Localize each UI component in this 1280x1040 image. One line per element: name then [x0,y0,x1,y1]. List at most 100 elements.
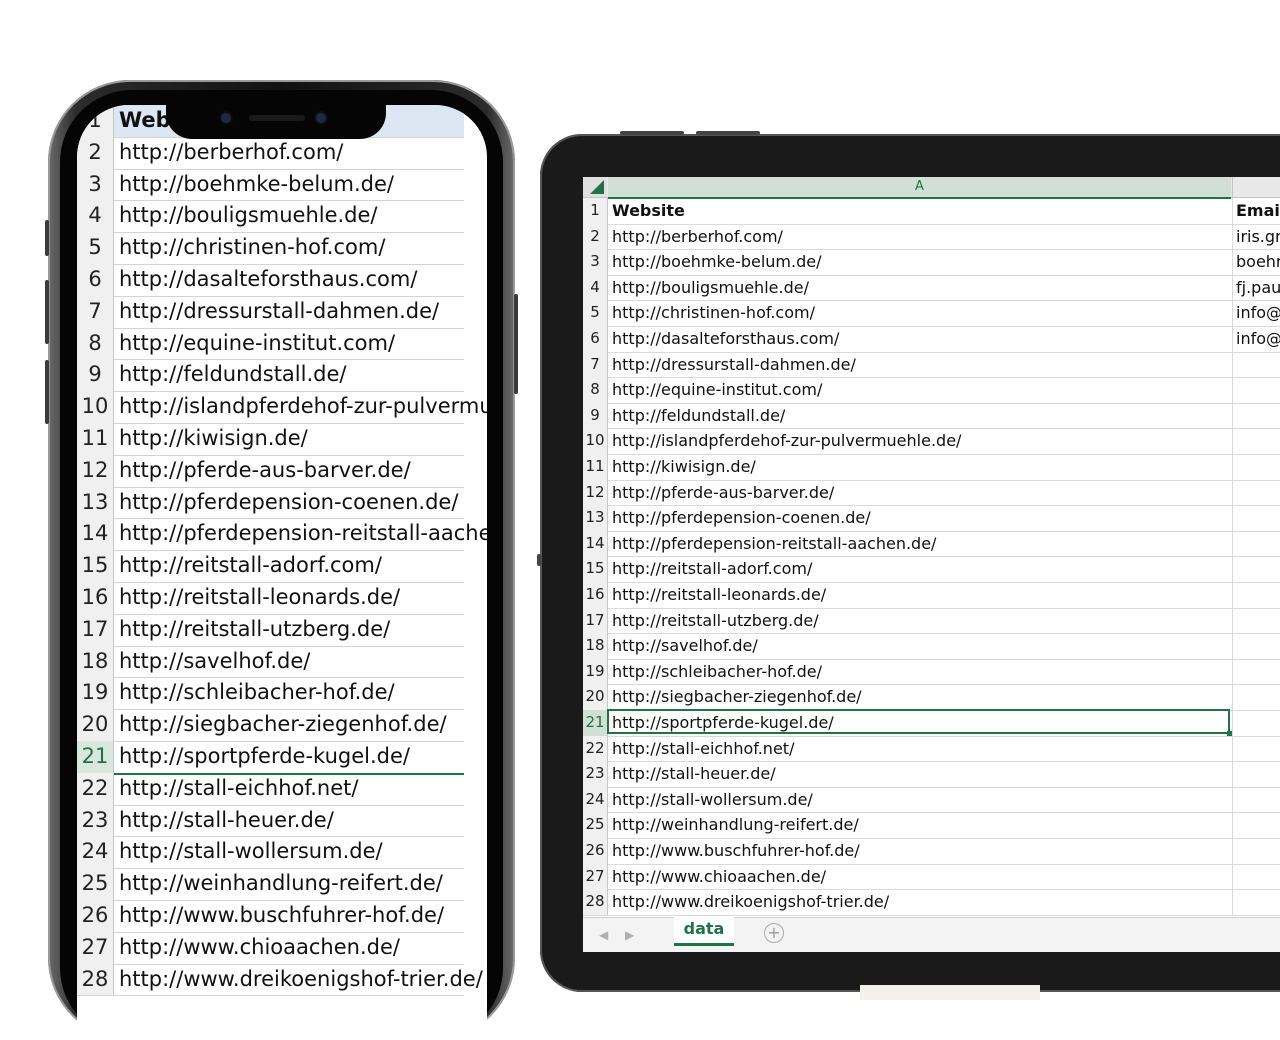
website-cell[interactable]: http://stall-wollersum.de/ [119,836,383,867]
table-row[interactable]: 10http://islandpferdehof-zur-pulvermuehl… [583,428,1280,455]
table-row[interactable]: 6 http://dasalteforsthaus.com/info@ [583,326,1280,353]
website-cell[interactable]: http://reitstall-utzberg.de/ [612,608,819,633]
table-row[interactable]: 18 http://savelhof.de/ [583,633,1280,660]
email-cell[interactable] [1232,658,1280,685]
website-cell[interactable]: http://equine-institut.com/ [119,328,395,359]
table-row[interactable]: 3 http://boehmke-belum.de/ [77,168,464,202]
row-number[interactable]: 22 [583,735,608,762]
table-row[interactable]: 7 http://dressurstall-dahmen.de/ [77,295,464,329]
row-number[interactable]: 1 [77,105,114,137]
row-number[interactable]: 11 [77,423,114,455]
add-sheet-icon[interactable]: + [764,923,784,943]
row-number[interactable]: 18 [77,645,114,678]
table-row[interactable]: 27 http://www.chioaachen.de/ [583,863,1280,891]
website-cell[interactable]: http://siegbacher-ziegenhof.de/ [612,684,862,709]
email-cell[interactable] [1232,838,1280,864]
row-number[interactable]: 14 [77,518,114,551]
row-number[interactable]: 24 [77,836,114,869]
website-cell[interactable]: http://siegbacher-ziegenhof.de/ [119,709,447,740]
table-row[interactable]: 2 http://berberhof.com/iris.gr [583,223,1280,251]
row-number[interactable]: 17 [77,613,114,646]
table-row[interactable]: 10http://islandpferdehof-zur-pulvermuehl… [77,391,487,424]
table-row[interactable]: 14http://pferdepension-reitstall-aachen.… [583,530,1280,558]
table-row[interactable]: 18 http://savelhof.de/ [77,645,464,679]
row-number[interactable]: 10 [583,428,608,454]
table-row[interactable]: 26 http://www.buschfuhrer-hof.de/ [77,900,464,933]
website-cell[interactable]: http://www.chioaachen.de/ [612,864,826,889]
row-number[interactable]: 9 [583,402,608,429]
table-row[interactable]: 3 http://boehmke-belum.de/boehr [583,249,1280,276]
website-cell[interactable]: http://berberhof.com/ [119,137,343,168]
table-row[interactable]: 28 http://www.dreikoenigshof-trier.de/ [77,963,483,997]
website-cell[interactable]: http://stall-wollersum.de/ [612,787,813,812]
website-cell[interactable]: http://reitstall-utzberg.de/ [119,614,390,645]
row-number[interactable]: 7 [77,295,114,328]
table-row[interactable]: 8 http://equine-institut.com/ [77,327,464,361]
table-row[interactable]: 6 http://dasalteforsthaus.com/ [77,264,464,297]
row-number[interactable]: 9 [77,359,114,392]
email-cell[interactable] [1232,428,1280,454]
sheet-tab-data[interactable]: data [674,917,734,946]
table-row[interactable]: 9 http://feldundstall.de/ [583,402,1280,430]
table-row[interactable]: 26 http://www.buschfuhrer-hof.de/ [583,838,1280,865]
website-cell[interactable]: http://savelhof.de/ [119,646,310,677]
table-row[interactable]: 21 http://sportpferde-kugel.de/ [583,709,1280,737]
table-row[interactable]: 4 http://bouligsmuehle.de/fj.pau [583,274,1280,302]
table-row[interactable]: 11 http://kiwisign.de/ [583,454,1280,481]
email-cell[interactable]: info@ [1232,300,1280,326]
website-cell[interactable]: http://www.buschfuhrer-hof.de/ [119,900,444,931]
table-row[interactable]: 8 http://equine-institut.com/ [583,377,1280,404]
table-row[interactable]: 25 http://weinhandlung-reifert.de/ [583,812,1280,839]
row-number[interactable]: 3 [77,168,114,201]
table-row[interactable]: 23 http://stall-heuer.de/ [583,761,1280,788]
row-number[interactable]: 6 [77,264,114,296]
email-cell[interactable] [1232,607,1280,634]
row-number[interactable]: 4 [77,200,114,233]
select-all-corner[interactable] [583,177,607,197]
website-cell[interactable]: http://islandpferdehof-zur-pulvermuehle.… [612,428,961,453]
row-number[interactable]: 16 [77,582,114,614]
row-number[interactable]: 27 [583,863,608,890]
website-cell[interactable]: http://stall-eichhof.net/ [119,773,358,804]
table-row[interactable]: 15 http://reitstall-adorf.com/ [583,556,1280,583]
website-cell[interactable]: http://pferde-aus-barver.de/ [119,455,411,486]
website-cell[interactable]: http://feldundstall.de/ [612,403,785,428]
website-cell[interactable]: http://stall-heuer.de/ [612,761,776,786]
website-cell[interactable]: http://www.dreikoenigshof-trier.de/ [612,889,889,914]
table-row[interactable]: 15 http://reitstall-adorf.com/ [77,550,464,583]
table-row[interactable]: 28 http://www.dreikoenigshof-trier.de/ [583,889,1280,916]
row-number[interactable]: 25 [77,868,114,900]
email-cell[interactable] [1232,684,1280,710]
website-cell[interactable]: http://stall-heuer.de/ [119,805,334,836]
email-cell[interactable]: info@ [1232,326,1280,352]
row-number[interactable]: 21 [583,710,608,736]
row-number[interactable]: 10 [77,391,114,423]
row-number[interactable]: 20 [77,709,114,741]
email-cell[interactable] [1232,505,1280,531]
website-cell[interactable]: http://bouligsmuehle.de/ [119,200,378,231]
email-cell[interactable] [1232,863,1280,890]
website-cell[interactable]: http://dasalteforsthaus.com/ [119,264,417,295]
website-cell[interactable]: http://reitstall-leonards.de/ [612,582,826,607]
row-number[interactable]: 19 [583,658,608,685]
table-row[interactable]: 5 http://christinen-hof.com/info@ [583,300,1280,327]
row-number[interactable]: 16 [583,582,608,608]
table-row[interactable]: 7 http://dressurstall-dahmen.de/ [583,351,1280,379]
table-row[interactable]: 20 http://siegbacher-ziegenhof.de/ [583,684,1280,711]
row-number[interactable]: 3 [583,249,608,275]
table-row[interactable]: 13 http://pferdepension-coenen.de/ [583,505,1280,532]
website-cell[interactable]: http://dressurstall-dahmen.de/ [119,296,439,327]
website-cell[interactable]: http://bouligsmuehle.de/ [612,275,809,300]
row-number[interactable]: 8 [583,377,608,403]
row-number[interactable]: 27 [77,931,114,964]
table-row[interactable]: 27 http://www.chioaachen.de/ [77,931,464,965]
website-cell[interactable]: http://schleibacher-hof.de/ [119,677,395,708]
website-cell[interactable]: http://christinen-hof.com/ [612,300,815,325]
website-cell[interactable]: http://islandpferdehof-zur-pulvermuehle.… [119,391,487,422]
column-title-email[interactable]: Email [1232,198,1280,224]
website-cell[interactable]: http://boehmke-belum.de/ [612,249,822,274]
table-row[interactable]: 12 http://pferde-aus-barver.de/ [77,454,464,488]
table-row[interactable]: 16 http://reitstall-leonards.de/ [583,582,1280,609]
email-cell[interactable] [1232,786,1280,813]
row-number[interactable]: 12 [77,454,114,487]
